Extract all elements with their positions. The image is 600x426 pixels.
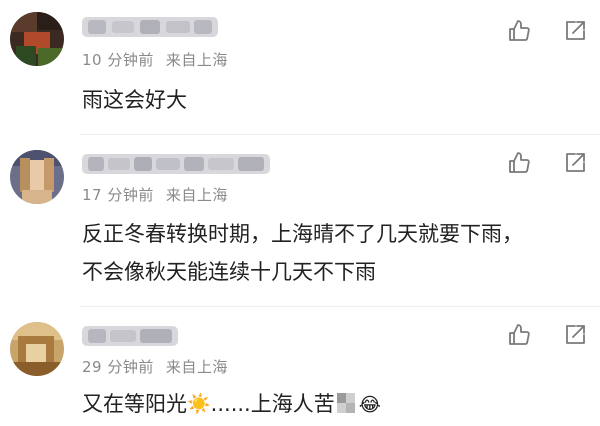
share-button[interactable]	[562, 18, 588, 44]
thumbs-up-icon	[509, 324, 530, 345]
comment-meta: 29 分钟前 来自上海	[82, 356, 228, 377]
comment-time: 10 分钟前	[82, 51, 154, 69]
comment-text: 雨这会好大	[82, 88, 187, 112]
comment-meta: 17 分钟前 来自上海	[82, 184, 228, 205]
share-icon	[566, 325, 585, 344]
comment-item: 10 分钟前 来自上海 雨这会好大	[0, 0, 600, 135]
thumbs-up-icon	[509, 152, 530, 173]
comment-text-part: ......上海人苦	[210, 392, 335, 416]
like-button[interactable]	[506, 322, 532, 348]
share-icon	[566, 21, 585, 40]
comment-source: 来自上海	[165, 51, 228, 69]
like-button[interactable]	[506, 18, 532, 44]
comment-time: 17 分钟前	[82, 186, 154, 204]
username-blurred[interactable]	[82, 15, 222, 39]
share-button[interactable]	[562, 322, 588, 348]
sun-emoji-icon: ☀️	[187, 393, 211, 415]
like-button[interactable]	[506, 150, 532, 176]
comment-source: 来自上海	[165, 186, 228, 204]
comment-text-line: 不会像秋天能连续十几天不下雨	[82, 260, 376, 284]
avatar[interactable]	[10, 150, 64, 204]
comment-item: 17 分钟前 来自上海 反正冬春转换时期，上海晴不了几天就要下雨， 不会像秋天能连…	[0, 136, 600, 307]
comment-text-part: 又在等阳光	[82, 392, 187, 416]
username-blurred[interactable]	[82, 152, 272, 176]
comment-text: 又在等阳光☀️......上海人苦 😂	[82, 386, 580, 423]
laughing-emoji-icon: 😂	[358, 394, 381, 416]
comment-source: 来自上海	[165, 358, 228, 376]
divider	[80, 306, 600, 307]
comment-meta: 10 分钟前 来自上海	[82, 49, 228, 70]
share-button[interactable]	[562, 150, 588, 176]
thumbs-up-icon	[509, 20, 530, 41]
comment-item: 29 分钟前 来自上海 又在等阳光☀️......上海人苦 😂	[0, 308, 600, 424]
comment-text-line: 反正冬春转换时期，上海晴不了几天就要下雨，	[82, 222, 523, 246]
comment-time: 29 分钟前	[82, 358, 154, 376]
username-blurred[interactable]	[82, 324, 182, 348]
divider	[80, 134, 600, 135]
avatar[interactable]	[10, 12, 64, 66]
share-icon	[566, 153, 585, 172]
blurred-emoji-icon	[335, 390, 357, 414]
avatar[interactable]	[10, 322, 64, 376]
